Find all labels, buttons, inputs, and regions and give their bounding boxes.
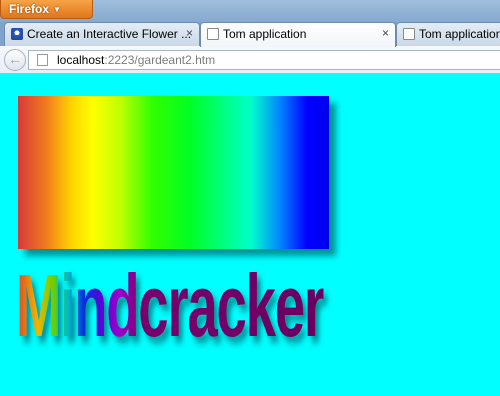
navigation-bar: ← localhost:2223/gardeant2.htm (0, 46, 500, 74)
tab-tom-application[interactable]: Tom application (396, 22, 500, 46)
browser-window: Firefox ▼ Create an Interactive Flower ..… (0, 0, 500, 396)
tab-flower[interactable]: Create an Interactive Flower ... × (4, 22, 200, 46)
page-icon (403, 28, 415, 40)
tab-label: Tom application (419, 27, 500, 41)
tab-tom-application-active[interactable]: Tom application × (200, 22, 396, 47)
tab-label: Create an Interactive Flower ... (27, 27, 192, 41)
back-button[interactable]: ← (4, 49, 26, 71)
close-icon[interactable]: × (186, 26, 193, 40)
chevron-down-icon: ▼ (53, 5, 61, 14)
url-text: localhost:2223/gardeant2.htm (57, 51, 215, 69)
mindcracker-logo-text: Mindcracker (16, 256, 325, 355)
firefox-menu-label: Firefox (9, 2, 50, 16)
tab-strip: Create an Interactive Flower ... × Tom a… (0, 22, 500, 47)
rainbow-gradient-box (18, 96, 329, 249)
title-bar: Firefox ▼ (0, 0, 500, 22)
url-bar[interactable]: localhost:2223/gardeant2.htm (28, 50, 500, 70)
tab-label: Tom application (223, 27, 307, 41)
firefox-menu-button[interactable]: Firefox ▼ (0, 0, 93, 19)
page-content: Mindcracker (0, 74, 500, 396)
page-icon (207, 28, 219, 40)
url-path: :2223/gardeant2.htm (104, 53, 216, 67)
back-arrow-icon: ← (8, 51, 22, 67)
flower-icon (11, 28, 23, 40)
site-identity-icon[interactable] (37, 54, 48, 66)
close-icon[interactable]: × (382, 26, 389, 40)
url-host: localhost (57, 53, 105, 67)
